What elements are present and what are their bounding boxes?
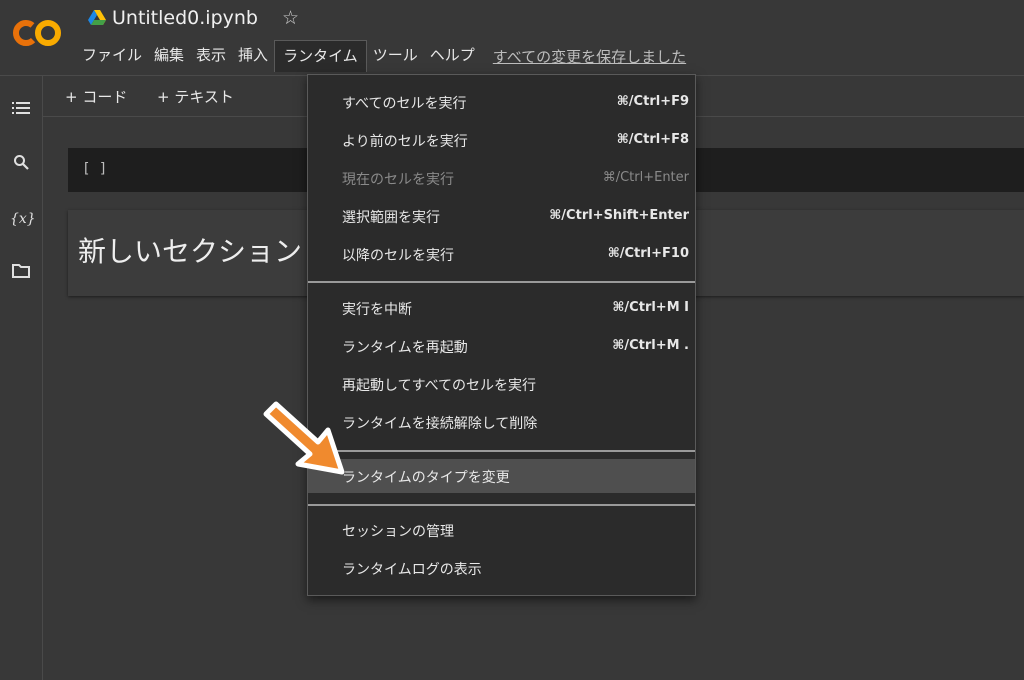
menu-item-label: セッションの管理 [342,524,454,540]
menu-item-run-selection[interactable]: 選択範囲を実行 ⌘/Ctrl+Shift+Enter [308,199,695,233]
menu-item-restart-runtime[interactable]: ランタイムを再起動 ⌘/Ctrl+M . [308,329,695,363]
menu-item-shortcut: ⌘/Ctrl+M I [612,300,689,315]
menu-runtime[interactable]: ランタイム [274,40,367,72]
menu-item-shortcut: ⌘/Ctrl+M . [612,338,689,353]
menu-item-label: 選択範囲を実行 [342,210,440,226]
left-sidebar: {x} [0,76,43,680]
menu-divider [308,281,695,283]
menu-item-label: ランタイムを再起動 [342,340,468,356]
menu-item-label: ランタイムログの表示 [342,562,482,578]
menu-item-manage-sessions[interactable]: セッションの管理 [308,513,695,547]
add-code-button[interactable]: + コード [65,86,127,107]
toc-icon[interactable] [10,100,32,122]
menu-item-label: ランタイムを接続解除して削除 [342,416,538,432]
menu-help[interactable]: ヘルプ [424,40,481,72]
variables-icon[interactable]: {x} [10,208,36,230]
app-header: Untitled0.ipynb ☆ ファイル 編集 表示 挿入 ランタイム ツー… [0,0,1024,76]
save-status-link[interactable]: すべての変更を保存しました [493,46,686,67]
menu-file[interactable]: ファイル [76,40,148,72]
search-icon[interactable] [10,154,32,176]
menu-divider [308,504,695,506]
colab-logo[interactable] [12,16,64,50]
folder-icon[interactable] [10,264,32,286]
menu-item-change-runtime-type[interactable]: ランタイムのタイプを変更 [308,459,695,493]
notebook-title[interactable]: Untitled0.ipynb [112,7,258,29]
menu-view[interactable]: 表示 [190,40,232,72]
menu-item-run-all[interactable]: すべてのセルを実行 ⌘/Ctrl+F9 [308,85,695,119]
menu-item-shortcut: ⌘/Ctrl+Shift+Enter [549,208,689,223]
menu-edit[interactable]: 編集 [148,40,190,72]
menu-item-label: ランタイムのタイプを変更 [342,470,510,486]
menu-item-restart-and-run-all[interactable]: 再起動してすべてのセルを実行 [308,367,695,401]
menu-item-label: 再起動してすべてのセルを実行 [342,378,537,394]
menu-item-shortcut: ⌘/Ctrl+F10 [607,246,689,261]
menu-item-disconnect-delete[interactable]: ランタイムを接続解除して削除 [308,405,695,439]
menu-item-run-before[interactable]: より前のセルを実行 ⌘/Ctrl+F8 [308,123,695,157]
runtime-menu-dropdown: すべてのセルを実行 ⌘/Ctrl+F9 より前のセルを実行 ⌘/Ctrl+F8 … [307,74,696,596]
menu-item-label: 以降のセルを実行 [342,248,454,264]
annotation-arrow-icon [258,398,348,478]
menu-item-view-runtime-logs[interactable]: ランタイムログの表示 [308,551,695,585]
menu-item-interrupt[interactable]: 実行を中断 ⌘/Ctrl+M I [308,291,695,325]
menu-bar: ファイル 編集 表示 挿入 ランタイム ツール ヘルプ すべての変更を保存しまし… [76,40,686,72]
menu-item-label: すべてのセルを実行 [342,96,467,112]
section-heading: 新しいセクション [78,235,303,268]
menu-item-shortcut: ⌘/Ctrl+F9 [616,94,689,109]
menu-item-run-current: 現在のセルを実行 ⌘/Ctrl+Enter [308,161,695,195]
menu-divider [308,450,695,452]
menu-item-label: より前のセルを実行 [342,134,468,150]
menu-tools[interactable]: ツール [367,40,424,72]
menu-insert[interactable]: 挿入 [232,40,274,72]
menu-item-label: 現在のセルを実行 [342,172,454,188]
menu-item-shortcut: ⌘/Ctrl+Enter [602,170,689,185]
run-cell-button[interactable]: [ ] [82,161,107,177]
menu-item-label: 実行を中断 [342,302,412,318]
menu-item-run-after[interactable]: 以降のセルを実行 ⌘/Ctrl+F10 [308,237,695,271]
google-drive-icon [88,10,106,26]
star-icon[interactable]: ☆ [282,7,299,29]
menu-item-shortcut: ⌘/Ctrl+F8 [616,132,689,147]
add-text-button[interactable]: + テキスト [157,86,234,107]
